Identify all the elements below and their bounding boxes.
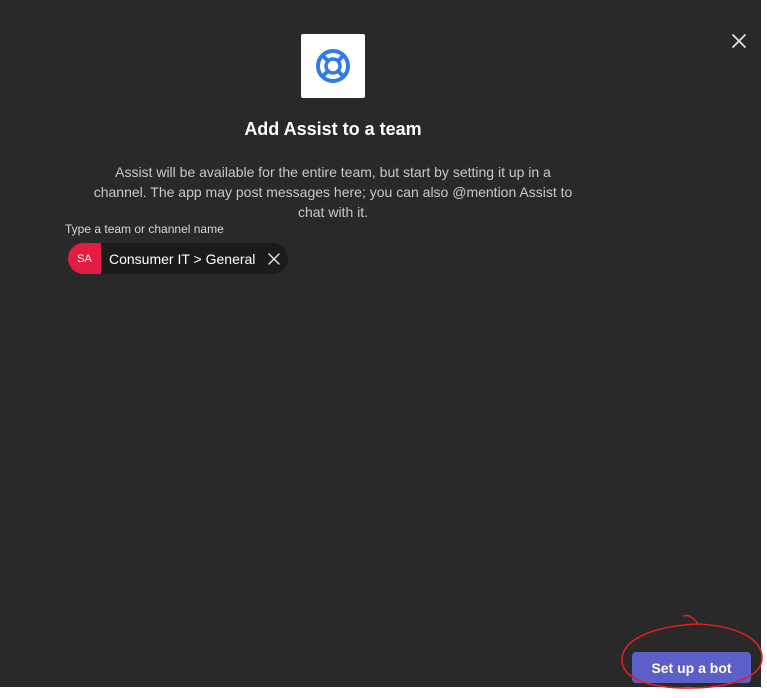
close-icon <box>268 252 281 265</box>
remove-channel-button[interactable] <box>267 252 281 266</box>
dialog-description: Assist will be available for the entire … <box>93 164 573 220</box>
team-channel-label: Type a team or channel name <box>65 222 224 236</box>
dialog-title: Add Assist to a team <box>244 119 422 139</box>
team-avatar: SA <box>68 243 101 274</box>
close-dialog-button[interactable] <box>728 30 750 52</box>
selected-channel-chip[interactable]: SA Consumer IT > General <box>68 243 288 274</box>
add-app-dialog: Add Assist to a team Assist will be avai… <box>0 0 761 687</box>
app-icon-tile <box>301 34 365 98</box>
set-up-bot-button[interactable]: Set up a bot <box>632 652 751 683</box>
selected-channel-label: Consumer IT > General <box>109 250 256 267</box>
close-icon <box>732 34 746 48</box>
lifebuoy-icon <box>316 49 350 83</box>
